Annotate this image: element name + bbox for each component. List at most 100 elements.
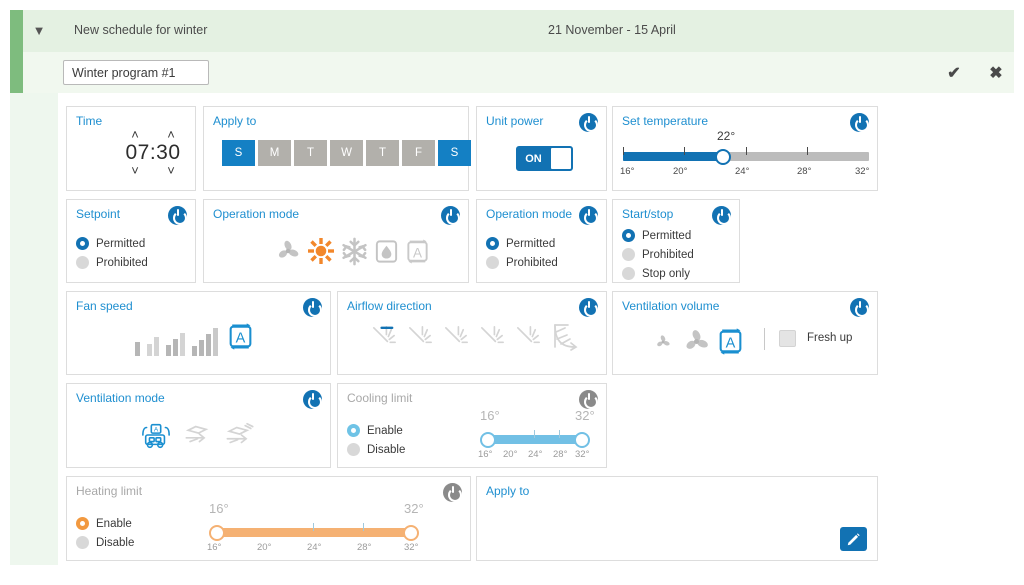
power-icon[interactable] xyxy=(850,298,869,318)
radio-option-permitted[interactable]: Permitted xyxy=(622,227,694,244)
louver-position-3-icon[interactable] xyxy=(440,322,471,358)
set-temperature-slider[interactable]: 16° 20° 24° 28° 32° xyxy=(620,147,869,177)
minute-up-icon[interactable]: ˄ xyxy=(164,128,178,141)
card-title-fan-speed: Fan speed xyxy=(76,299,133,313)
radio-icon[interactable] xyxy=(347,443,360,456)
minute-down-icon[interactable]: ˅ xyxy=(164,164,178,177)
cancel-button[interactable]: ✖ xyxy=(986,63,1006,83)
fresh-up-checkbox[interactable] xyxy=(779,330,796,347)
radio-icon[interactable] xyxy=(622,248,635,261)
slider-handle-low[interactable] xyxy=(480,431,496,448)
slider-handle-high[interactable] xyxy=(403,524,419,541)
vent-low-icon[interactable] xyxy=(654,333,672,356)
fan-speed-3-icon[interactable] xyxy=(166,333,185,356)
slider-tick-label: 20° xyxy=(503,449,518,460)
power-icon[interactable] xyxy=(443,483,462,503)
hour-down-icon[interactable]: ˅ xyxy=(128,164,142,177)
power-icon[interactable] xyxy=(168,206,187,226)
day-chip-sat[interactable]: S xyxy=(438,140,471,166)
radio-option-stop-only[interactable]: Stop only xyxy=(622,265,694,282)
radio-label: Prohibited xyxy=(642,248,694,261)
card-apply-to-days: Apply to S M T W T F S xyxy=(203,106,471,191)
unit-power-toggle[interactable]: ON xyxy=(516,146,573,171)
radio-icon[interactable] xyxy=(622,267,635,280)
heat-sun-icon[interactable] xyxy=(306,236,336,271)
slider-tick-label: 24° xyxy=(307,542,322,553)
power-icon[interactable] xyxy=(850,113,869,133)
fan-speed-auto-icon[interactable]: A xyxy=(226,322,255,356)
slider-tick-label: 20° xyxy=(673,166,688,177)
power-icon[interactable] xyxy=(712,206,731,226)
vent-mode-heat-exchange-icon[interactable] xyxy=(182,420,215,455)
slider-tick-label: 28° xyxy=(357,542,372,553)
power-icon[interactable] xyxy=(579,113,598,133)
radio-option-enable[interactable]: Enable xyxy=(76,515,134,532)
ventilation-volume-selector: A xyxy=(654,326,745,362)
power-icon[interactable] xyxy=(579,206,598,226)
vent-mode-auto-icon[interactable]: A xyxy=(139,420,173,455)
hour-up-icon[interactable]: ˄ xyxy=(128,128,142,141)
card-operation-mode-permission: Operation mode Permitted Prohibited xyxy=(476,199,607,283)
day-chip-fri[interactable]: F xyxy=(402,140,435,166)
fresh-up-label: Fresh up xyxy=(807,332,853,344)
day-chip-thu[interactable]: T xyxy=(366,140,399,166)
radio-label: Prohibited xyxy=(96,256,148,269)
slider-handle-high[interactable] xyxy=(574,431,590,448)
confirm-button[interactable]: ✔ xyxy=(944,63,964,83)
day-chip-mon[interactable]: M xyxy=(258,140,291,166)
radio-option-disable[interactable]: Disable xyxy=(76,534,134,551)
day-chip-wed[interactable]: W xyxy=(330,140,363,166)
radio-icon[interactable] xyxy=(347,424,360,437)
card-apply-to-units: Apply to xyxy=(476,476,878,561)
radio-option-permitted[interactable]: Permitted xyxy=(76,235,148,252)
power-icon[interactable] xyxy=(441,206,460,226)
time-value[interactable]: 07:30 xyxy=(107,141,199,165)
louver-position-5-icon[interactable] xyxy=(512,322,543,358)
radio-label: Enable xyxy=(367,424,403,437)
radio-icon[interactable] xyxy=(76,536,89,549)
auto-a-icon[interactable]: A xyxy=(404,238,431,270)
louver-position-4-icon[interactable] xyxy=(476,322,507,358)
radio-option-prohibited[interactable]: Prohibited xyxy=(486,254,558,271)
day-chip-sun[interactable]: S xyxy=(222,140,255,166)
radio-icon[interactable] xyxy=(486,256,499,269)
radio-icon[interactable] xyxy=(486,237,499,250)
vent-high-icon[interactable] xyxy=(681,326,712,362)
power-icon[interactable] xyxy=(303,298,322,318)
louver-position-2-icon[interactable] xyxy=(404,322,435,358)
radio-icon[interactable] xyxy=(622,229,635,242)
slider-handle[interactable] xyxy=(715,148,731,165)
radio-option-disable[interactable]: Disable xyxy=(347,441,405,458)
slider-handle-low[interactable] xyxy=(209,524,225,541)
radio-option-prohibited[interactable]: Prohibited xyxy=(622,246,694,263)
cool-snowflake-icon[interactable] xyxy=(340,237,369,271)
vent-mode-bypass-icon[interactable] xyxy=(224,420,257,455)
radio-option-enable[interactable]: Enable xyxy=(347,422,405,439)
radio-icon[interactable] xyxy=(76,517,89,530)
fan-speed-4-icon[interactable] xyxy=(192,328,218,356)
slider-tick xyxy=(363,523,364,531)
edit-apply-to-button[interactable] xyxy=(840,527,867,551)
program-name-input[interactable] xyxy=(63,60,209,85)
day-chip-tue[interactable]: T xyxy=(294,140,327,166)
time-down-arrows: ˅ ˅ xyxy=(107,164,199,177)
slider-tick-label: 32° xyxy=(404,542,419,553)
card-heating-limit: Heating limit Enable Disable 16° 32° 16°… xyxy=(66,476,471,561)
fan-speed-1-icon[interactable] xyxy=(135,342,140,356)
louver-swing-icon[interactable] xyxy=(548,320,582,359)
fan-speed-2-icon[interactable] xyxy=(147,337,159,356)
radio-icon[interactable] xyxy=(76,237,89,250)
radio-icon[interactable] xyxy=(76,256,89,269)
radio-option-prohibited[interactable]: Prohibited xyxy=(76,254,148,271)
dry-droplet-icon[interactable] xyxy=(373,238,400,270)
fan-icon[interactable] xyxy=(274,237,302,270)
power-icon[interactable] xyxy=(579,390,598,410)
radio-option-permitted[interactable]: Permitted xyxy=(486,235,558,252)
slider-tick-label: 28° xyxy=(797,166,812,177)
louver-position-1-icon[interactable] xyxy=(368,322,399,358)
power-icon[interactable] xyxy=(303,390,322,410)
power-icon[interactable] xyxy=(579,298,598,318)
chevron-down-icon[interactable]: ▼ xyxy=(31,23,47,39)
vent-auto-icon[interactable]: A xyxy=(716,327,745,361)
operation-mode-permission-group: Permitted Prohibited xyxy=(486,235,558,273)
